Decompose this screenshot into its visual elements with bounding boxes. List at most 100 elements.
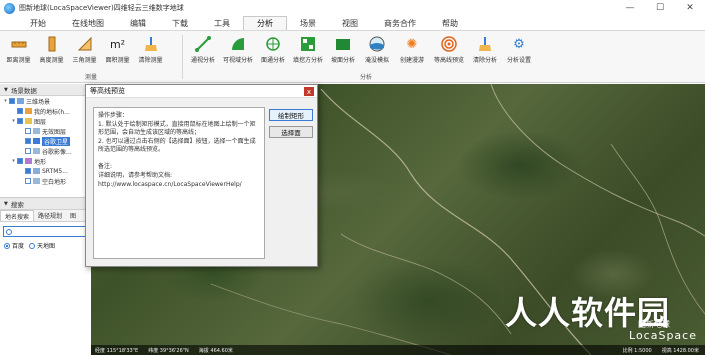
contour-icon (440, 35, 458, 53)
clear-measure-button[interactable]: 清除测量 (134, 35, 167, 64)
radio-baidu[interactable] (4, 242, 10, 249)
scene-tree: ▾ 三维场景我的地标(h... ▾ 图层 无效图层 谷歌卫星谷歌影像... ▾ 地形 SRTM5… (0, 96, 89, 186)
viewshed-button[interactable]: 可视域分析 (220, 35, 256, 64)
search-icon (6, 228, 12, 235)
layer-checkbox[interactable] (25, 128, 31, 134)
layer-checkbox[interactable] (9, 98, 15, 104)
layer-checkbox[interactable] (25, 168, 31, 174)
tab-view[interactable]: 视图 (329, 16, 371, 30)
flood-simulation-button[interactable]: 淹没模拟 (360, 35, 394, 64)
ribbon-toolbar: 距离测量 高度测量 三角测量 m² 面积测量 清除测量 测量 通视分析 可视域分… (0, 31, 705, 83)
measure-group: 距离测量 高度测量 三角测量 m² 面积测量 清除测量 测量 (2, 31, 180, 83)
broom-icon (476, 35, 494, 53)
tree-item[interactable]: 空白地形 (0, 176, 89, 186)
height-measure-button[interactable]: 高度测量 (35, 35, 68, 64)
layer-checkbox[interactable] (25, 148, 31, 154)
cut-fill-button[interactable]: 填挖方分析 (290, 35, 326, 64)
gear-icon: ⚙ (513, 36, 525, 52)
tab-tools[interactable]: 工具 (201, 16, 243, 30)
close-button[interactable]: ✕ (675, 0, 705, 16)
status-bar: 经度 115°18'33"E 纬度 39°36'26"N 海拔 464.60米 … (91, 345, 705, 355)
watermark-text: 人人软件园 (505, 294, 671, 332)
analysis-settings-button[interactable]: ⚙ 分析设置 (502, 35, 536, 65)
triangle-icon (76, 35, 94, 53)
collapse-icon[interactable]: ▾ (10, 118, 17, 124)
layer-checkbox[interactable] (17, 118, 23, 124)
longitude-readout: 经度 115°18'33"E (95, 347, 139, 354)
layer-checkbox[interactable] (25, 138, 31, 144)
collapse-icon[interactable]: ▾ (2, 98, 9, 104)
contour-preview-button[interactable]: 等高线预览 (430, 35, 468, 64)
search-input-box[interactable] (3, 226, 87, 237)
layer-icon (33, 138, 40, 144)
tab-help[interactable]: 帮助 (429, 16, 471, 30)
tab-map[interactable]: 图 (66, 210, 80, 221)
step-2: 2. 也可以通过点击右侧的【选择面】按钮，选择一个面生成所选范围的等高线预览。 (98, 138, 256, 153)
tree-item[interactable]: SRTM5... (0, 166, 89, 176)
face-analysis-button[interactable]: 面通分析 (256, 35, 290, 64)
tab-start[interactable]: 开始 (0, 16, 59, 30)
window-title: 图新地球(LocaSpaceViewer)四维轻云三维数字地球 (19, 4, 184, 12)
tab-business[interactable]: 商务合作 (371, 16, 429, 30)
triangle-measure-button[interactable]: 三角测量 (68, 35, 101, 64)
tab-edit[interactable]: 编辑 (117, 16, 159, 30)
tree-item-label: 图层 (34, 118, 47, 126)
tree-item-label: 我的地标(h... (34, 108, 70, 116)
tab-place-search[interactable]: 地名搜索 (0, 210, 35, 221)
area-measure-button[interactable]: m² 面积测量 (101, 35, 134, 65)
select-face-button[interactable]: 选择面 (269, 126, 313, 138)
note-heading: 备注: (98, 163, 113, 170)
tree-item-label: 地形 (34, 158, 47, 166)
watermark: 人人软件园 图新地球 LocaSpace (505, 295, 705, 345)
clear-analysis-button[interactable]: 清除分析 (468, 35, 502, 64)
draw-rectangle-button[interactable]: 绘制矩形 (269, 109, 313, 121)
line-of-sight-icon (194, 35, 212, 53)
tree-item[interactable]: 无效图层 (0, 126, 89, 136)
title-bar: 图新地球(LocaSpaceViewer)四维轻云三维数字地球 — ☐ ✕ (0, 0, 705, 16)
analysis-group-label: 分析 (359, 74, 372, 81)
tree-item-label: 谷歌影像... (42, 148, 72, 156)
layer-checkbox[interactable] (25, 178, 31, 184)
tree-item[interactable]: 谷歌影像... (0, 146, 89, 156)
layer-icon (33, 148, 40, 154)
steps-heading: 操作步骤： (98, 112, 129, 119)
radio-tianditu[interactable] (29, 242, 36, 249)
dialog-title: 等高线预览 (86, 85, 317, 98)
tab-route-planning[interactable]: 路径规划 (34, 210, 66, 221)
dialog-close-button[interactable]: x (304, 87, 314, 96)
step-1: 1. 默认处于绘制矩形模式，直接用鼠标在地图上绘制一个矩形范围，会自动生成该区域… (98, 121, 256, 136)
layer-icon (33, 178, 40, 184)
tree-item[interactable]: 谷歌卫星 (0, 136, 89, 146)
tab-scene[interactable]: 场景 (287, 16, 329, 30)
layer-checkbox[interactable] (17, 158, 23, 164)
tab-download[interactable]: 下载 (159, 16, 201, 30)
contour-preview-dialog: 等高线预览 x 操作步骤： 1. 默认处于绘制矩形模式，直接用鼠标在地图上绘制一… (85, 84, 318, 267)
tab-online-map[interactable]: 在线地图 (59, 16, 117, 30)
create-tour-button[interactable]: ✺ 创建漫游 (394, 35, 430, 65)
cut-fill-icon (299, 35, 317, 53)
layer-icon (17, 98, 24, 104)
slope-analysis-button[interactable]: 坡面分析 (326, 35, 360, 64)
tree-item[interactable]: ▾ 图层 (0, 116, 89, 126)
note-line-1: 详细说明，请参考帮助文档: (98, 172, 173, 179)
dialog-instructions: 操作步骤： 1. 默认处于绘制矩形模式，直接用鼠标在地图上绘制一个矩形范围，会自… (93, 107, 265, 259)
search-input[interactable] (14, 227, 84, 236)
altitude-readout: 海拔 464.60米 (198, 347, 233, 354)
height-icon (43, 35, 61, 53)
tree-item[interactable]: ▾ 三维场景 (0, 96, 89, 106)
minimize-button[interactable]: — (615, 0, 645, 16)
layer-checkbox[interactable] (17, 108, 23, 114)
analysis-group: 通视分析 可视域分析 面通分析 填挖方分析 坡面分析 淹没模拟 ✺ 创建漫游 等… (186, 31, 546, 83)
maximize-button[interactable]: ☐ (645, 0, 675, 16)
line-of-sight-button[interactable]: 通视分析 (186, 35, 220, 64)
tab-analysis[interactable]: 分析 (243, 16, 287, 30)
collapse-icon[interactable]: ▾ (10, 158, 17, 164)
measure-group-label: 测量 (84, 74, 97, 81)
help-link[interactable]: http://www.locaspace.cn/LocaSpaceViewerH… (98, 181, 260, 189)
tree-item[interactable]: 我的地标(h... (0, 106, 89, 116)
globe-analysis-icon (264, 35, 282, 53)
distance-measure-button[interactable]: 距离测量 (2, 35, 35, 64)
tree-item[interactable]: ▾ 地形 (0, 156, 89, 166)
tree-item-label: 空白地形 (42, 178, 67, 186)
search-panel: ▼ 搜索 地名搜索 路径规划 图 百度 天地图 (0, 197, 90, 355)
